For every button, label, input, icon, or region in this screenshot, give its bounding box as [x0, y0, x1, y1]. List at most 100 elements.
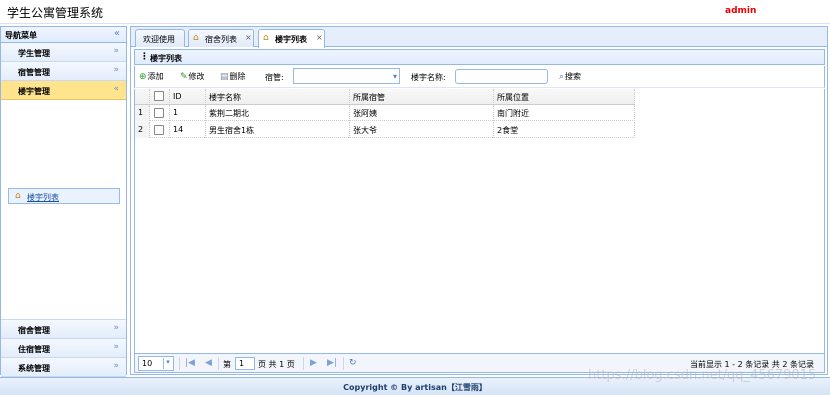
sidebar-section-building[interactable]: 楼宇管理 « — [1, 81, 126, 100]
search-button[interactable]: ⌕搜索 — [559, 71, 581, 82]
tab-label: 楼宇列表 — [275, 35, 307, 44]
page-size-value: 10 — [142, 359, 153, 368]
add-label: 添加 — [147, 72, 164, 81]
expand-icon: » — [113, 65, 119, 75]
sidebar-section-label: 楼宇管理 — [18, 87, 50, 96]
edit-button[interactable]: ✎修改 — [180, 71, 205, 82]
close-icon[interactable]: × — [245, 33, 252, 42]
table-row[interactable]: 1 1 紫荆二期北 张阿姨 南门附近 — [135, 105, 635, 121]
divider — [179, 357, 180, 370]
sidebar-section-label: 宿舍管理 — [18, 326, 50, 335]
sidebar: 导航菜单 « 学生管理 » 宿管管理 » 楼宇管理 « ⌂ 楼宇列表 宿舍管理 … — [0, 26, 127, 377]
tab-welcome[interactable]: 欢迎使用 — [135, 29, 185, 47]
home-icon: ⌂ — [193, 33, 199, 43]
search-label: 搜索 — [565, 72, 582, 81]
panel-header: ⋮ 楼宇列表 — [134, 49, 825, 65]
sidebar-section-student[interactable]: 学生管理 » — [1, 43, 126, 62]
data-grid: ID 楼宇名称 所属宿管 所属位置 1 1 紫荆二期北 张阿姨 南门附近 2 1… — [134, 89, 825, 353]
page-prefix: 第 — [223, 360, 231, 369]
header-manager[interactable]: 所属宿管 — [350, 89, 494, 105]
cell-building-name: 紫荆二期北 — [206, 105, 350, 121]
sidebar-item-label: 楼宇列表 — [27, 193, 59, 202]
divider — [218, 357, 219, 370]
chevron-down-icon: ▾ — [392, 72, 397, 81]
sidebar-section-lodging[interactable]: 住宿管理 » — [1, 339, 126, 358]
cell-location: 2食堂 — [494, 122, 635, 138]
sidebar-section-system[interactable]: 系统管理 » — [1, 358, 126, 377]
collapse-icon[interactable]: « — [114, 28, 120, 39]
name-label: 楼宇名称: — [411, 73, 446, 82]
sidebar-title: 导航菜单 — [5, 31, 37, 40]
next-page-icon[interactable]: ▶ — [310, 358, 317, 368]
expand-icon: » — [113, 342, 119, 352]
header-building-name[interactable]: 楼宇名称 — [206, 89, 350, 105]
building-name-input[interactable] — [455, 69, 548, 84]
header-id[interactable]: ID — [170, 89, 206, 105]
tab-label: 宿舍列表 — [205, 35, 237, 44]
page-number-input[interactable]: 1 — [235, 357, 255, 370]
page-size-select[interactable]: 10 ▾ — [138, 356, 174, 371]
sidebar-section-manager[interactable]: 宿管管理 » — [1, 62, 126, 81]
sidebar-section-label: 住宿管理 — [18, 345, 50, 354]
cell-manager: 张阿姨 — [350, 105, 494, 121]
header: 学生公寓管理系统 admin — [0, 0, 830, 24]
sidebar-section-dorm[interactable]: 宿舍管理 » — [1, 320, 126, 339]
cell-location: 南门附近 — [494, 105, 635, 121]
tab-building-list[interactable]: ⌂ 楼宇列表 × — [258, 29, 325, 48]
add-button[interactable]: ⊕添加 — [139, 71, 164, 82]
last-page-icon[interactable]: ▶| — [327, 358, 337, 368]
table-row[interactable]: 2 14 男生宿舍1栋 张大爷 2食堂 — [135, 122, 635, 138]
delete-button[interactable]: ▤删除 — [220, 71, 246, 82]
manager-select[interactable]: ▾ — [293, 68, 400, 84]
sidebar-section-label: 学生管理 — [18, 49, 50, 58]
sidebar-section-body: ⌂ 楼宇列表 — [1, 100, 126, 320]
prev-page-icon[interactable]: ◀ — [205, 358, 212, 368]
tab-bar: 欢迎使用 ⌂ 宿舍列表 × ⌂ 楼宇列表 × — [131, 27, 827, 48]
watermark: https://blog.csdn.net/qq_45679015 — [588, 368, 817, 383]
divider — [303, 357, 304, 370]
expand-icon: » — [113, 323, 119, 333]
trash-icon: ▤ — [220, 72, 229, 82]
row-number: 2 — [135, 122, 150, 138]
cell-building-name: 男生宿舍1栋 — [206, 122, 350, 138]
app-title: 学生公寓管理系统 — [7, 6, 104, 20]
delete-label: 删除 — [229, 72, 246, 81]
cell-id: 14 — [170, 122, 206, 138]
sidebar-item-building-list[interactable]: ⌂ 楼宇列表 — [8, 188, 120, 204]
cell-id: 1 — [170, 105, 206, 121]
close-icon[interactable]: × — [316, 33, 323, 42]
expand-icon: » — [113, 361, 119, 371]
home-icon: ⌂ — [263, 33, 269, 43]
refresh-icon[interactable]: ↻ — [349, 358, 357, 368]
home-icon: ⌂ — [15, 191, 21, 201]
divider — [343, 357, 344, 370]
grip-icon: ⋮ — [140, 52, 149, 62]
user-name[interactable]: admin — [725, 6, 756, 16]
copyright: Copyright © By artisan【江雪雨】 — [343, 383, 487, 392]
row-number: 1 — [135, 105, 150, 121]
add-icon: ⊕ — [139, 72, 147, 82]
expand-icon: » — [113, 46, 119, 56]
chevron-down-icon: ▾ — [163, 358, 172, 369]
page-total: 页 共 1 页 — [258, 360, 295, 369]
tab-dorm-list[interactable]: ⌂ 宿舍列表 × — [188, 29, 254, 47]
main-panel: 欢迎使用 ⌂ 宿舍列表 × ⌂ 楼宇列表 × ⋮ 楼宇列表 ⊕添加 ✎修改 ▤删… — [130, 26, 828, 375]
sidebar-section-label: 宿管管理 — [18, 68, 50, 77]
panel-title: 楼宇列表 — [150, 54, 182, 63]
collapse-icon: « — [113, 84, 119, 94]
sidebar-header: 导航菜单 « — [1, 27, 126, 43]
tab-label: 欢迎使用 — [143, 35, 175, 44]
toolbar: ⊕添加 ✎修改 ▤删除 宿管: ▾ 楼宇名称: ⌕搜索 — [134, 66, 825, 88]
header-location[interactable]: 所属位置 — [494, 89, 635, 105]
edit-label: 修改 — [188, 72, 205, 81]
search-icon: ⌕ — [559, 72, 565, 82]
sidebar-section-label: 系统管理 — [18, 364, 50, 373]
select-all-checkbox[interactable] — [154, 91, 164, 101]
row-checkbox[interactable] — [154, 108, 164, 118]
cell-manager: 张大爷 — [350, 122, 494, 138]
first-page-icon[interactable]: |◀ — [185, 358, 195, 368]
table-header: ID 楼宇名称 所属宿管 所属位置 — [135, 89, 635, 105]
manager-label: 宿管: — [265, 73, 284, 82]
pencil-icon: ✎ — [180, 72, 188, 82]
row-checkbox[interactable] — [154, 125, 164, 135]
